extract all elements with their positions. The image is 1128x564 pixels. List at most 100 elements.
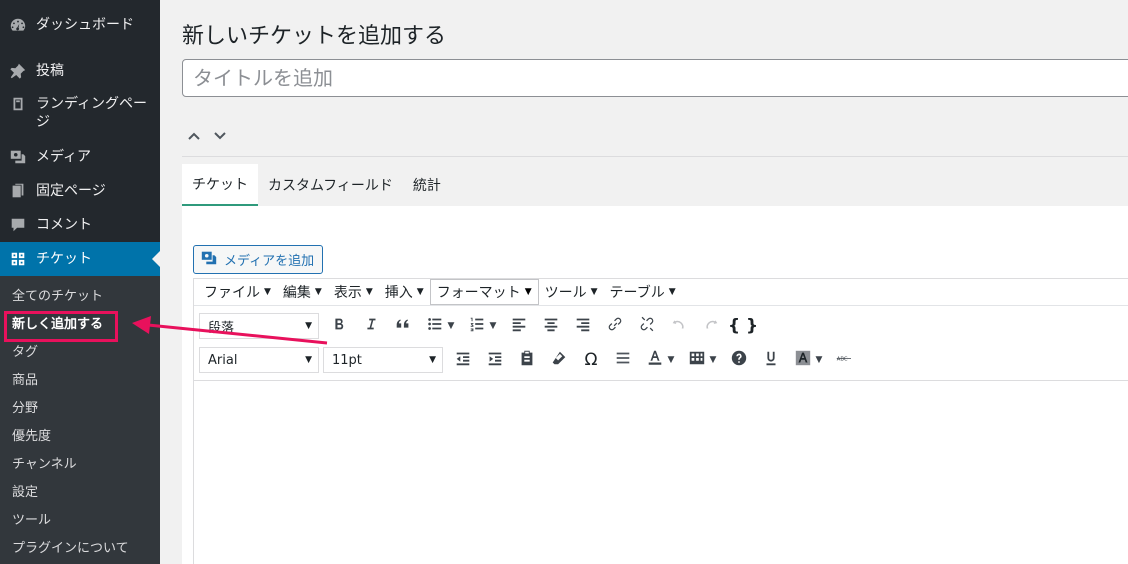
block-format-value: 段落 <box>208 320 235 336</box>
dashboard-icon <box>0 16 36 34</box>
caret-icon: ▼ <box>429 355 436 365</box>
strikethrough-button[interactable]: ABC <box>829 346 861 374</box>
menu-insert-label: 挿入 <box>384 285 413 301</box>
pin-icon <box>0 62 36 80</box>
underline-icon <box>762 349 780 371</box>
submenu-tools[interactable]: ツール <box>12 511 51 531</box>
numbered-list-button[interactable]: ▼ <box>461 312 503 340</box>
menu-item-media[interactable]: メディア <box>0 140 160 174</box>
submenu-departments[interactable]: 分野 <box>12 399 38 419</box>
block-format-select[interactable]: 段落 ▼ <box>199 313 319 339</box>
submenu-channels[interactable]: チャンネル <box>12 455 77 475</box>
italic-icon <box>362 315 380 337</box>
outdent-button[interactable] <box>447 346 479 374</box>
text-color-button[interactable]: ▼ <box>639 346 681 374</box>
indent-button[interactable] <box>479 346 511 374</box>
font-size-value: 11pt <box>332 352 362 368</box>
menu-insert[interactable]: 挿入 ▼ <box>379 280 430 304</box>
align-right-button[interactable] <box>567 312 599 340</box>
tab-custom-fields[interactable]: カスタムフィールド <box>258 164 403 206</box>
table-icon <box>688 349 706 371</box>
submenu-priority[interactable]: 優先度 <box>12 427 51 447</box>
align-left-icon <box>510 315 528 337</box>
submenu-about-plugin[interactable]: プラグインについて <box>12 539 129 559</box>
menu-label: 投稿 <box>36 63 64 79</box>
braces-icon: { } <box>727 316 759 336</box>
table-button[interactable]: ▼ <box>681 346 723 374</box>
rich-text-editor: ファイル ▼ 編集 ▼ 表示 ▼ 挿入 ▼ フォーマット ▼ ツール ▼ テーブル ▼ 段落 ▼… <box>193 278 1128 564</box>
background-color-button[interactable]: ▼ <box>787 346 829 374</box>
insert-link-button[interactable] <box>599 312 631 340</box>
submenu-settings[interactable]: 設定 <box>12 483 38 503</box>
tab-statistics[interactable]: 統計 <box>403 164 451 206</box>
menu-item-comments[interactable]: コメント <box>0 208 160 242</box>
undo-button[interactable] <box>663 312 695 340</box>
menu-edit[interactable]: 編集 ▼ <box>277 280 328 304</box>
menu-file[interactable]: ファイル ▼ <box>198 280 277 304</box>
divider <box>182 156 1128 157</box>
menu-item-pages[interactable]: 固定ページ <box>0 174 160 208</box>
menu-file-label: ファイル <box>204 285 260 301</box>
menu-item-posts[interactable]: 投稿 <box>0 54 160 88</box>
caret-icon: ▼ <box>489 321 497 331</box>
caret-icon: ▼ <box>524 287 532 297</box>
align-right-icon <box>574 315 592 337</box>
tab-ticket[interactable]: チケット <box>182 164 258 206</box>
eraser-icon <box>550 349 568 371</box>
menu-label: チケット <box>36 251 92 267</box>
font-family-select[interactable]: Arial ▼ <box>199 347 319 373</box>
page-title: 新しいチケットを追加する <box>182 24 447 49</box>
menu-view[interactable]: 表示 ▼ <box>328 280 379 304</box>
caret-icon: ▼ <box>667 355 675 365</box>
media-icon <box>0 148 36 166</box>
font-family-value: Arial <box>208 352 238 368</box>
page-icon <box>0 95 36 113</box>
caret-icon: ▼ <box>668 287 676 297</box>
caret-icon: ▼ <box>709 355 717 365</box>
caret-icon: ▼ <box>365 287 373 297</box>
submenu-tags[interactable]: タグ <box>12 343 38 363</box>
underline-button[interactable] <box>755 346 787 374</box>
chevron-down-icon[interactable] <box>212 128 228 148</box>
comment-icon <box>0 216 36 234</box>
caret-icon: ▼ <box>264 287 271 297</box>
clipboard-icon <box>518 349 536 371</box>
omega-icon: Ω <box>584 350 598 370</box>
caret-icon: ▼ <box>815 355 823 365</box>
align-left-button[interactable] <box>503 312 535 340</box>
bullet-list-button[interactable]: ▼ <box>419 312 461 340</box>
menu-table[interactable]: テーブル ▼ <box>604 280 682 304</box>
submenu-products[interactable]: 商品 <box>12 371 38 391</box>
submenu-all-tickets[interactable]: 全てのチケット <box>12 287 103 307</box>
italic-button[interactable] <box>355 312 387 340</box>
menu-item-landing-pages[interactable]: ランディングページ <box>0 88 160 130</box>
blockquote-button[interactable] <box>387 312 419 340</box>
link-icon <box>606 315 624 337</box>
chevron-up-icon[interactable] <box>186 128 202 148</box>
help-icon <box>730 349 748 371</box>
background-color-icon <box>794 349 812 371</box>
box-toggles <box>186 128 228 148</box>
help-button[interactable] <box>723 346 755 374</box>
horizontal-line-button[interactable] <box>607 346 639 374</box>
redo-button[interactable] <box>695 312 727 340</box>
code-button[interactable]: { } <box>727 312 759 340</box>
quote-icon <box>394 315 412 337</box>
clear-formatting-button[interactable] <box>543 346 575 374</box>
indent-icon <box>486 349 504 371</box>
menu-item-dashboard[interactable]: ダッシュボード <box>0 8 160 42</box>
caret-icon: ▼ <box>314 287 322 297</box>
align-center-icon <box>542 315 560 337</box>
add-media-button[interactable]: メディアを追加 <box>193 245 324 274</box>
paste-text-button[interactable] <box>511 346 543 374</box>
menu-tools[interactable]: ツール ▼ <box>539 280 604 304</box>
editor-toolbar-2: Arial ▼ 11pt ▼ Ω ▼ ▼ ▼ ABC <box>194 343 1128 377</box>
bold-button[interactable] <box>323 312 355 340</box>
align-center-button[interactable] <box>535 312 567 340</box>
special-character-button[interactable]: Ω <box>575 346 607 374</box>
menu-item-tickets[interactable]: チケット <box>0 242 160 276</box>
title-input[interactable] <box>182 59 1128 97</box>
font-size-select[interactable]: 11pt ▼ <box>323 347 443 373</box>
remove-link-button[interactable] <box>631 312 663 340</box>
menu-format[interactable]: フォーマット ▼ <box>429 279 539 305</box>
